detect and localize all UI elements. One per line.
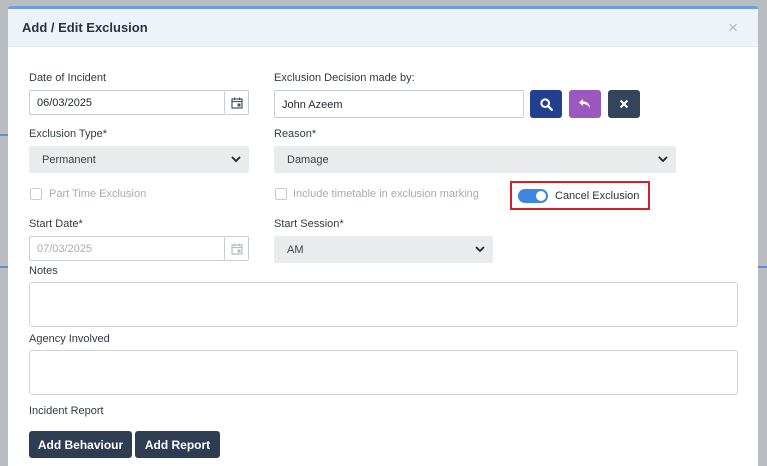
backdrop-accent-line [758,266,767,268]
exclusion-type-label: Exclusion Type* [29,128,108,140]
add-behaviour-button[interactable]: Add Behaviour [29,431,132,458]
start-date-label: Start Date* [29,218,83,230]
part-time-exclusion-checkbox[interactable] [30,188,42,200]
close-icon[interactable]: × [728,18,738,38]
start-session-label: Start Session* [274,218,344,230]
reason-select[interactable]: Damage [274,146,676,173]
include-timetable-label: Include timetable in exclusion marking [293,188,479,200]
clear-button[interactable] [608,90,640,118]
reason-label: Reason* [274,128,317,140]
search-icon [539,97,553,111]
toggle-knob [536,191,546,201]
date-of-incident-input[interactable]: 06/03/2025 [29,90,225,115]
incident-report-label: Incident Report [29,405,104,417]
modal-title: Add / Edit Exclusion [22,20,148,35]
chevron-down-icon [658,156,668,163]
cancel-exclusion-toggle[interactable] [518,189,548,203]
undo-icon [579,99,590,109]
search-button[interactable] [530,90,562,118]
decision-made-by-input[interactable]: John Azeem [274,90,524,118]
add-report-button[interactable]: Add Report [135,431,220,458]
start-date-calendar-button[interactable] [225,236,249,261]
start-session-value: AM [287,244,304,256]
agency-involved-textarea[interactable] [29,350,738,395]
notes-label: Notes [29,265,58,277]
backdrop-accent-line [0,266,8,268]
exclusion-type-value: Permanent [42,154,96,166]
start-session-select[interactable]: AM [274,236,493,263]
modal-header: Add / Edit Exclusion × [8,9,758,47]
backdrop-accent-line [0,134,8,136]
date-of-incident-calendar-button[interactable] [225,90,249,115]
decision-made-by-label: Exclusion Decision made by: [274,72,415,84]
undo-button[interactable] [569,90,601,118]
exclusion-modal: Add / Edit Exclusion × Date of Incident … [8,6,758,466]
calendar-icon [230,243,243,255]
date-of-incident-label: Date of Incident [29,72,107,84]
start-date-input[interactable]: 07/03/2025 [29,236,225,261]
chevron-down-icon [231,156,241,163]
reason-value: Damage [287,154,329,166]
calendar-icon [230,97,243,109]
include-timetable-checkbox[interactable] [275,188,287,200]
notes-textarea[interactable] [29,282,738,327]
chevron-down-icon [475,246,485,253]
close-icon [619,99,629,109]
exclusion-type-select[interactable]: Permanent [29,146,249,173]
part-time-exclusion-label: Part Time Exclusion [49,188,147,200]
agency-involved-label: Agency Involved [29,333,110,345]
cancel-exclusion-label: Cancel Exclusion [555,190,640,202]
